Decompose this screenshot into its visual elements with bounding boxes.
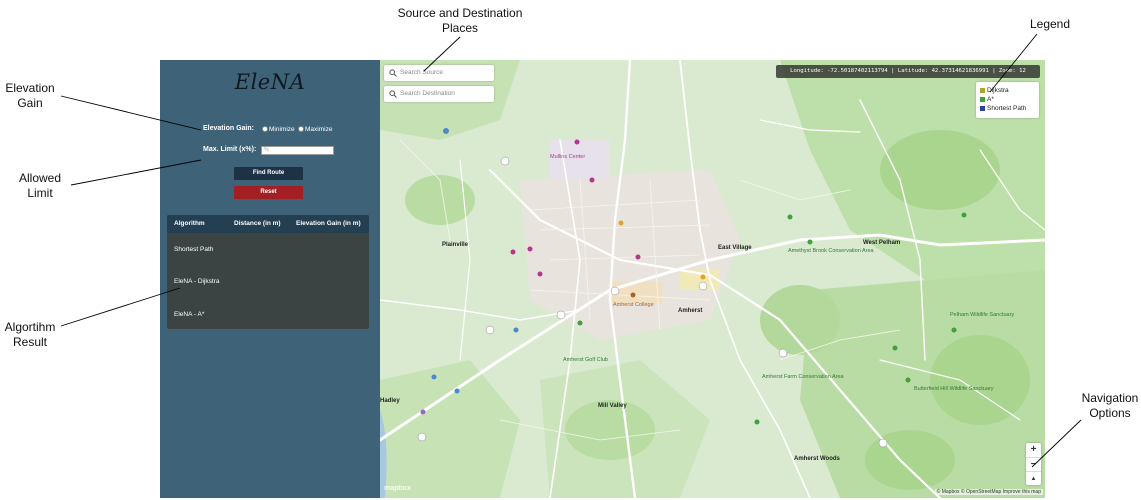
search-destination[interactable]: Search Destination (384, 86, 494, 102)
table-row: EleNA - Dijkstra (174, 278, 220, 285)
header-elevation-gain: Elevation Gain (in m) (296, 220, 361, 227)
zoom-in-button[interactable]: + (1026, 443, 1041, 457)
max-limit-label: Max. Limit (x%): (203, 146, 257, 153)
place-label: Amherst Farm Conservation Area (762, 374, 844, 380)
results-table: Algorithm Distance (in m) Elevation Gain… (167, 215, 369, 329)
place-label: Amherst Woods (794, 456, 840, 462)
table-row: Shortest Path (174, 246, 214, 253)
max-limit-input[interactable]: % (261, 146, 334, 155)
place-label: East Village (718, 245, 752, 251)
annotation-navigation-options: Navigation Options (1081, 391, 1139, 420)
annotation-allowed-limit: Allowed Limit (18, 171, 62, 200)
legend-swatch (980, 97, 985, 102)
map-canvas[interactable] (380, 60, 1045, 498)
annotation-algorithm-result: Algortihm Result (4, 320, 56, 349)
map-legend: Dijkstra A* Shortest Path (976, 82, 1039, 118)
compass-button[interactable]: ▲ (1026, 471, 1041, 485)
annotation-source-destination: Source and Destination Places (397, 6, 523, 35)
minimize-label: Minimize (269, 126, 295, 133)
navigation-controls: + − ▲ (1026, 443, 1041, 485)
place-label: Amherst (678, 308, 703, 314)
place-label: Amethyst Brook Conservation Area (788, 248, 874, 254)
elevation-gain-label: Elevation Gain: (203, 125, 254, 132)
annotation-legend: Legend (1029, 17, 1071, 31)
search-icon (389, 90, 397, 98)
minimize-radio[interactable] (262, 126, 268, 132)
results-table-header: Algorithm Distance (in m) Elevation Gain… (167, 215, 369, 233)
place-label: Butterfield Hill Wildlife Sanctuary (914, 386, 994, 392)
legend-label: Dijkstra (987, 87, 1009, 94)
place-label: Mill Valley (598, 403, 627, 409)
legend-label: Shortest Path (987, 105, 1027, 112)
map-view[interactable]: Amherst Plainville East Village West Pel… (380, 60, 1045, 498)
legend-swatch (980, 88, 985, 93)
annotation-elevation-gain: Elevation Gain (5, 81, 55, 110)
search-destination-placeholder: Search Destination (400, 90, 455, 97)
place-label: Amherst Golf Club (563, 357, 608, 363)
zoom-out-button[interactable]: − (1026, 457, 1041, 471)
legend-swatch (980, 106, 985, 111)
place-label: Hadley (380, 398, 400, 404)
header-distance: Distance (in m) (234, 220, 281, 227)
header-algorithm: Algorithm (174, 220, 205, 227)
reset-button[interactable]: Reset (234, 186, 303, 199)
table-row: EleNA - A* (174, 311, 205, 318)
find-route-button[interactable]: Find Route (234, 167, 303, 180)
search-source-placeholder: Search Source (400, 69, 443, 76)
maximize-label: Maximize (305, 126, 333, 133)
search-icon (389, 69, 397, 77)
coordinates-readout: Longitude: -72.50187402113794 | Latitude… (776, 65, 1040, 78)
legend-label: A* (987, 96, 994, 103)
place-label: Mullins Center (550, 154, 586, 160)
maximize-radio[interactable] (298, 126, 304, 132)
place-label: Amherst College (613, 302, 654, 308)
search-source[interactable]: Search Source (384, 65, 494, 81)
place-label: Pelham Wildlife Sanctuary (950, 312, 1015, 318)
place-label: West Pelham (863, 240, 901, 246)
map-attribution[interactable]: © Mapbox © OpenStreetMap Improve this ma… (934, 489, 1043, 495)
control-panel: EleNA Elevation Gain: Minimize Maximize … (160, 60, 380, 498)
place-label: Plainville (442, 242, 469, 248)
app-logo: EleNA (234, 70, 306, 94)
mapbox-logo: mapbox (384, 485, 411, 492)
